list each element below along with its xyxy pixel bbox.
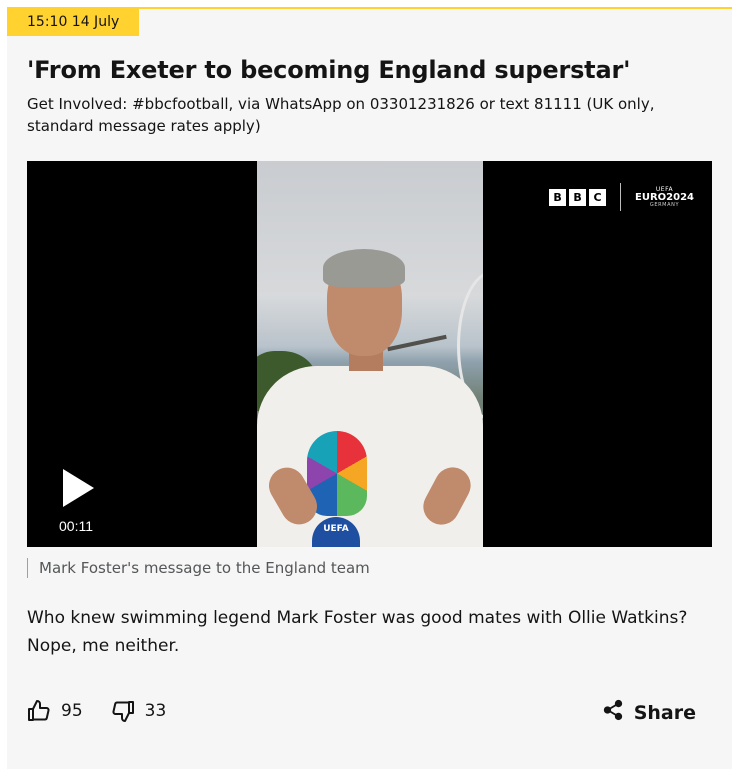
reaction-bar: 95 33 <box>27 699 194 723</box>
thumbnail-hair <box>323 249 405 287</box>
thumbs-down-icon <box>111 699 135 723</box>
video-player[interactable]: UEFA B B C UEFA EURO2024 GERMANY 00:11 <box>27 161 712 547</box>
euro-logo-name: EURO2024 <box>635 191 694 203</box>
share-button[interactable]: Share <box>602 699 696 726</box>
bbc-logo: B B C <box>549 188 607 206</box>
thumbs-up-icon <box>27 699 51 723</box>
play-icon[interactable] <box>63 469 94 507</box>
bbc-logo-letter: C <box>589 188 607 206</box>
euro-logo-host: GERMANY <box>649 201 680 208</box>
video-caption: Mark Foster's message to the England tea… <box>27 558 370 578</box>
post-body-text: Who knew swimming legend Mark Foster was… <box>27 608 688 656</box>
like-button[interactable]: 95 <box>27 699 83 723</box>
euro2024-logo: UEFA EURO2024 GERMANY <box>635 186 694 208</box>
bbc-logo-letter: B <box>549 188 567 206</box>
live-post-card: 15:10 14 July 'From Exeter to becoming E… <box>7 7 732 769</box>
post-subline: Get Involved: #bbcfootball, via WhatsApp… <box>27 95 655 135</box>
video-duration: 00:11 <box>59 518 93 534</box>
thumbnail-pier <box>387 334 447 352</box>
video-thumbnail: UEFA <box>257 161 483 547</box>
like-count: 95 <box>61 701 83 721</box>
dislike-count: 33 <box>144 701 167 721</box>
post-timestamp: 15:10 14 July <box>7 9 140 36</box>
share-label: Share <box>633 701 696 724</box>
bbc-logo-letter: B <box>569 188 587 206</box>
brand-divider <box>620 183 622 211</box>
post-headline: 'From Exeter to becoming England superst… <box>27 56 631 84</box>
dislike-button[interactable]: 33 <box>111 699 167 723</box>
video-branding: B B C UEFA EURO2024 GERMANY <box>549 183 694 211</box>
share-icon <box>602 699 624 726</box>
